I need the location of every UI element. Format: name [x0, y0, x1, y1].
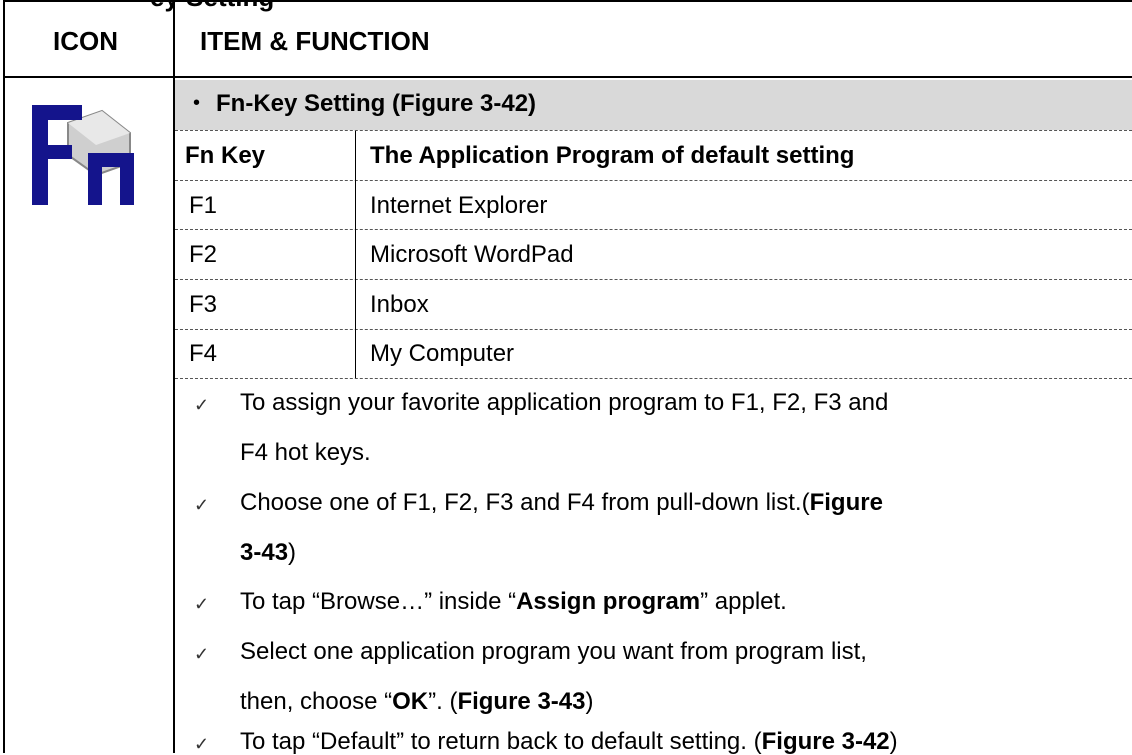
row-line [175, 180, 1132, 181]
step-3-line: To tap “Browse…” inside “Assign program”… [240, 590, 787, 614]
step-2-line-2: 3-43) [240, 541, 296, 565]
check-icon: ✓ [194, 734, 210, 754]
section-bullet: • [193, 92, 201, 114]
row-line [175, 229, 1132, 230]
step-4-figure-ref: Figure 3-43 [457, 688, 586, 715]
step-3-text-a: To tap “Browse…” inside “ [240, 588, 517, 615]
table-left-border [3, 0, 5, 753]
step-1-line-2: F4 hot keys. [240, 439, 371, 466]
row-line [175, 279, 1132, 280]
step-5-line: To tap “Default” to return back to defau… [240, 730, 898, 754]
step-2-line-1: Choose one of F1, F2, F3 and F4 from pul… [240, 491, 883, 515]
row-line [175, 130, 1132, 131]
header-icon-label: ICON [53, 26, 118, 56]
check-icon: ✓ [194, 594, 210, 614]
step-4-line-1: Select one application program you want … [240, 638, 867, 665]
step-5-text-c: ) [889, 728, 898, 755]
section-title: Fn-Key Setting (Figure 3-42) [216, 90, 537, 117]
table-header-key: Fn Key [185, 142, 266, 169]
step-4-ok: OK [392, 688, 429, 715]
table-cell-program: Microsoft WordPad [370, 241, 574, 268]
step-3-applet-name: Assign program [516, 588, 701, 615]
fn-key-icon [30, 93, 140, 211]
step-1-line-1: To assign your favorite application prog… [240, 389, 889, 416]
table-cell-key: F2 [189, 241, 218, 268]
check-icon: ✓ [194, 395, 210, 415]
step-4-line-2: then, choose “OK”. (Figure 3-43) [240, 690, 593, 714]
table-header-program: The Application Program of default setti… [370, 142, 855, 169]
table-cell-program: My Computer [370, 340, 515, 367]
table-cell-program: Internet Explorer [370, 192, 548, 219]
cut-off-title: ey Setting [150, 0, 274, 13]
table-cell-key: F1 [189, 192, 218, 219]
table-cell-program: Inbox [370, 291, 429, 318]
step-5-figure-ref: Figure 3-42 [761, 728, 890, 755]
step-5-text-a: To tap “Default” to return back to defau… [240, 728, 762, 755]
row-line [175, 378, 1132, 379]
table-cell-key: F4 [189, 340, 218, 367]
step-3-text-c: ” applet. [700, 588, 787, 615]
check-icon: ✓ [194, 644, 210, 664]
row-line [175, 329, 1132, 330]
check-icon: ✓ [194, 495, 210, 515]
header-item-label: ITEM & FUNCTION [200, 26, 430, 56]
step-4-text-c: ”. ( [428, 688, 458, 715]
step-2-close-paren: ) [288, 539, 297, 566]
step-4-text-e: ) [585, 688, 594, 715]
table-cell-key: F3 [189, 291, 218, 318]
step-4-text-a: then, choose “ [240, 688, 393, 715]
step-2-figure-ref: Figure [809, 489, 883, 516]
header-bottom-border [3, 76, 1132, 78]
table-col-divider [355, 131, 356, 378]
step-2-figure-number: 3-43 [240, 539, 289, 566]
step-2-text: Choose one of F1, F2, F3 and F4 from pul… [240, 489, 810, 516]
